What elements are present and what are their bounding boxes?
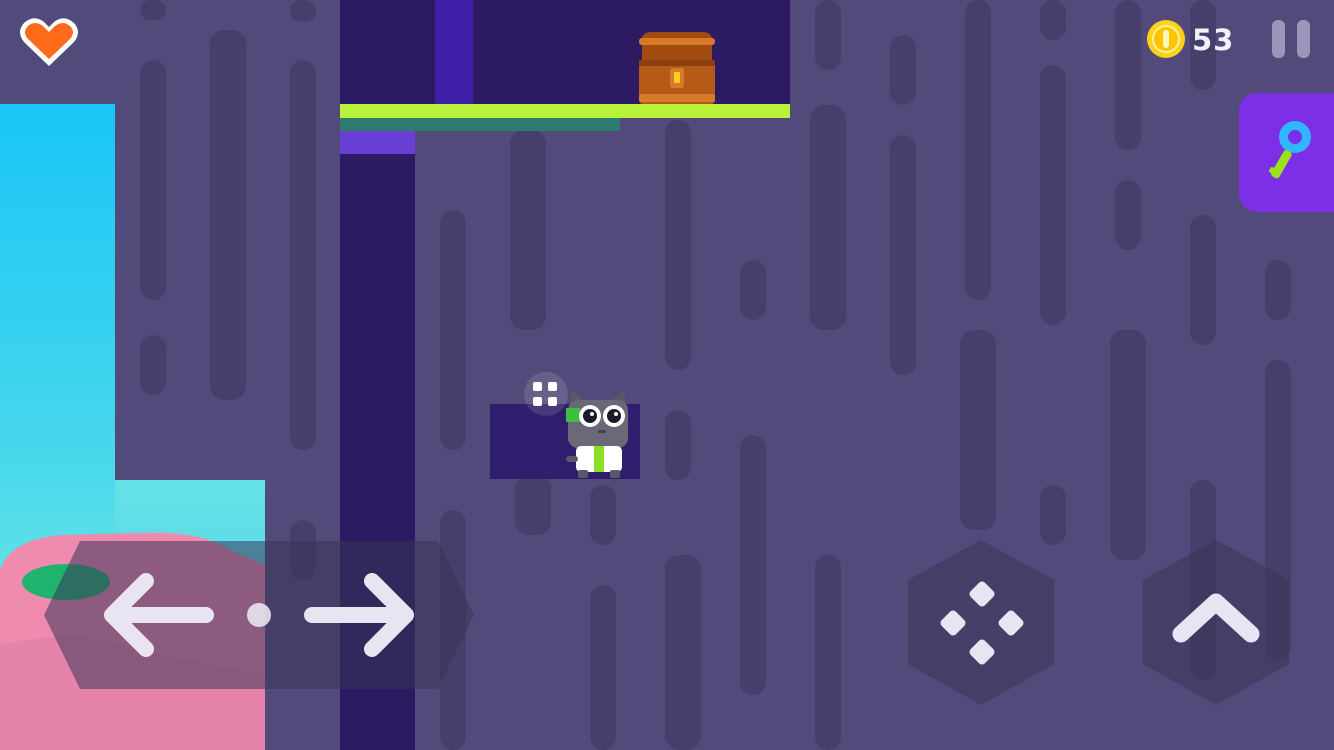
jump-button[interactable] <box>1141 540 1291 705</box>
move-right-button[interactable] <box>259 541 474 689</box>
chevron-up-icon <box>1172 593 1260 643</box>
platform-shadow <box>340 118 620 131</box>
upper-room <box>340 0 790 104</box>
treasure-chest-icon[interactable] <box>636 30 718 104</box>
green-platform <box>340 104 790 118</box>
left-wall <box>115 104 340 480</box>
pause-icon-bar <box>1297 20 1310 58</box>
pause-icon <box>1272 20 1285 58</box>
arrow-right-icon <box>304 573 414 657</box>
pause-button[interactable] <box>1270 20 1312 58</box>
diamond-dots-icon <box>940 581 1024 665</box>
action-button[interactable] <box>906 540 1056 705</box>
coin-count: 53 <box>1192 23 1235 57</box>
arrow-left-icon <box>104 573 214 657</box>
purple-ledge <box>340 131 415 154</box>
key-button[interactable] <box>1239 93 1334 212</box>
move-left-button[interactable] <box>44 541 259 689</box>
key-icon <box>1269 121 1311 179</box>
cat-character-icon <box>566 390 628 478</box>
upper-room-accent <box>435 0 473 104</box>
move-control-pad <box>44 541 474 689</box>
heart-icon[interactable] <box>18 16 80 68</box>
coin-icon <box>1147 20 1185 58</box>
